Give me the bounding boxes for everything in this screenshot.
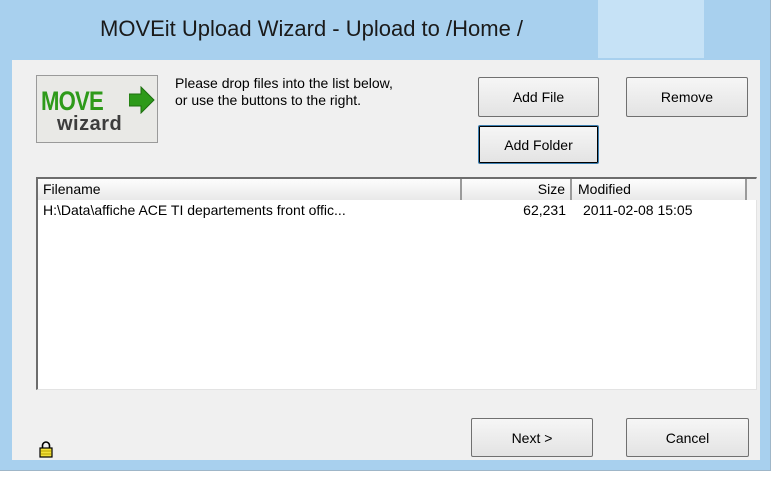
arrow-right-icon [129,86,155,114]
window-title: MOVEit Upload Wizard - Upload to /Home / [100,16,524,41]
instructions-line-1: Please drop files into the list below, [175,75,393,91]
file-list-header: Filename Size Modified [38,179,757,200]
add-file-button[interactable]: Add File [478,77,599,117]
title-bar-highlight [598,0,704,58]
remove-button[interactable]: Remove [626,77,748,117]
wizard-client-area: MOVE wizard Please drop files into the l… [12,60,760,460]
logo-wizard-text: wizard [57,113,123,135]
list-item-modified: 2011-02-08 15:05 [583,202,693,218]
moveit-wizard-logo: MOVE wizard [36,75,158,143]
column-header-size[interactable]: Size [462,179,572,200]
add-folder-button[interactable]: Add Folder [478,125,599,164]
file-list[interactable]: Filename Size Modified H:\Data\affiche A… [36,177,757,390]
title-bar[interactable]: MOVEit Upload Wizard - Upload to /Home / [0,0,770,60]
next-button[interactable]: Next > [471,418,593,457]
list-item[interactable]: H:\Data\affiche ACE TI departements fron… [38,201,756,219]
column-header-filename[interactable]: Filename [38,179,462,200]
wizard-window: MOVEit Upload Wizard - Upload to /Home /… [0,0,771,471]
list-item-filename: H:\Data\affiche ACE TI departements fron… [43,202,346,218]
list-item-size: 62,231 [523,202,566,218]
instructions-text: Please drop files into the list below, o… [175,75,475,109]
lock-icon [39,441,53,458]
column-header-filler [747,179,757,200]
instructions-line-2: or use the buttons to the right. [175,92,362,108]
column-header-modified[interactable]: Modified [572,179,747,200]
cancel-button[interactable]: Cancel [626,418,749,457]
